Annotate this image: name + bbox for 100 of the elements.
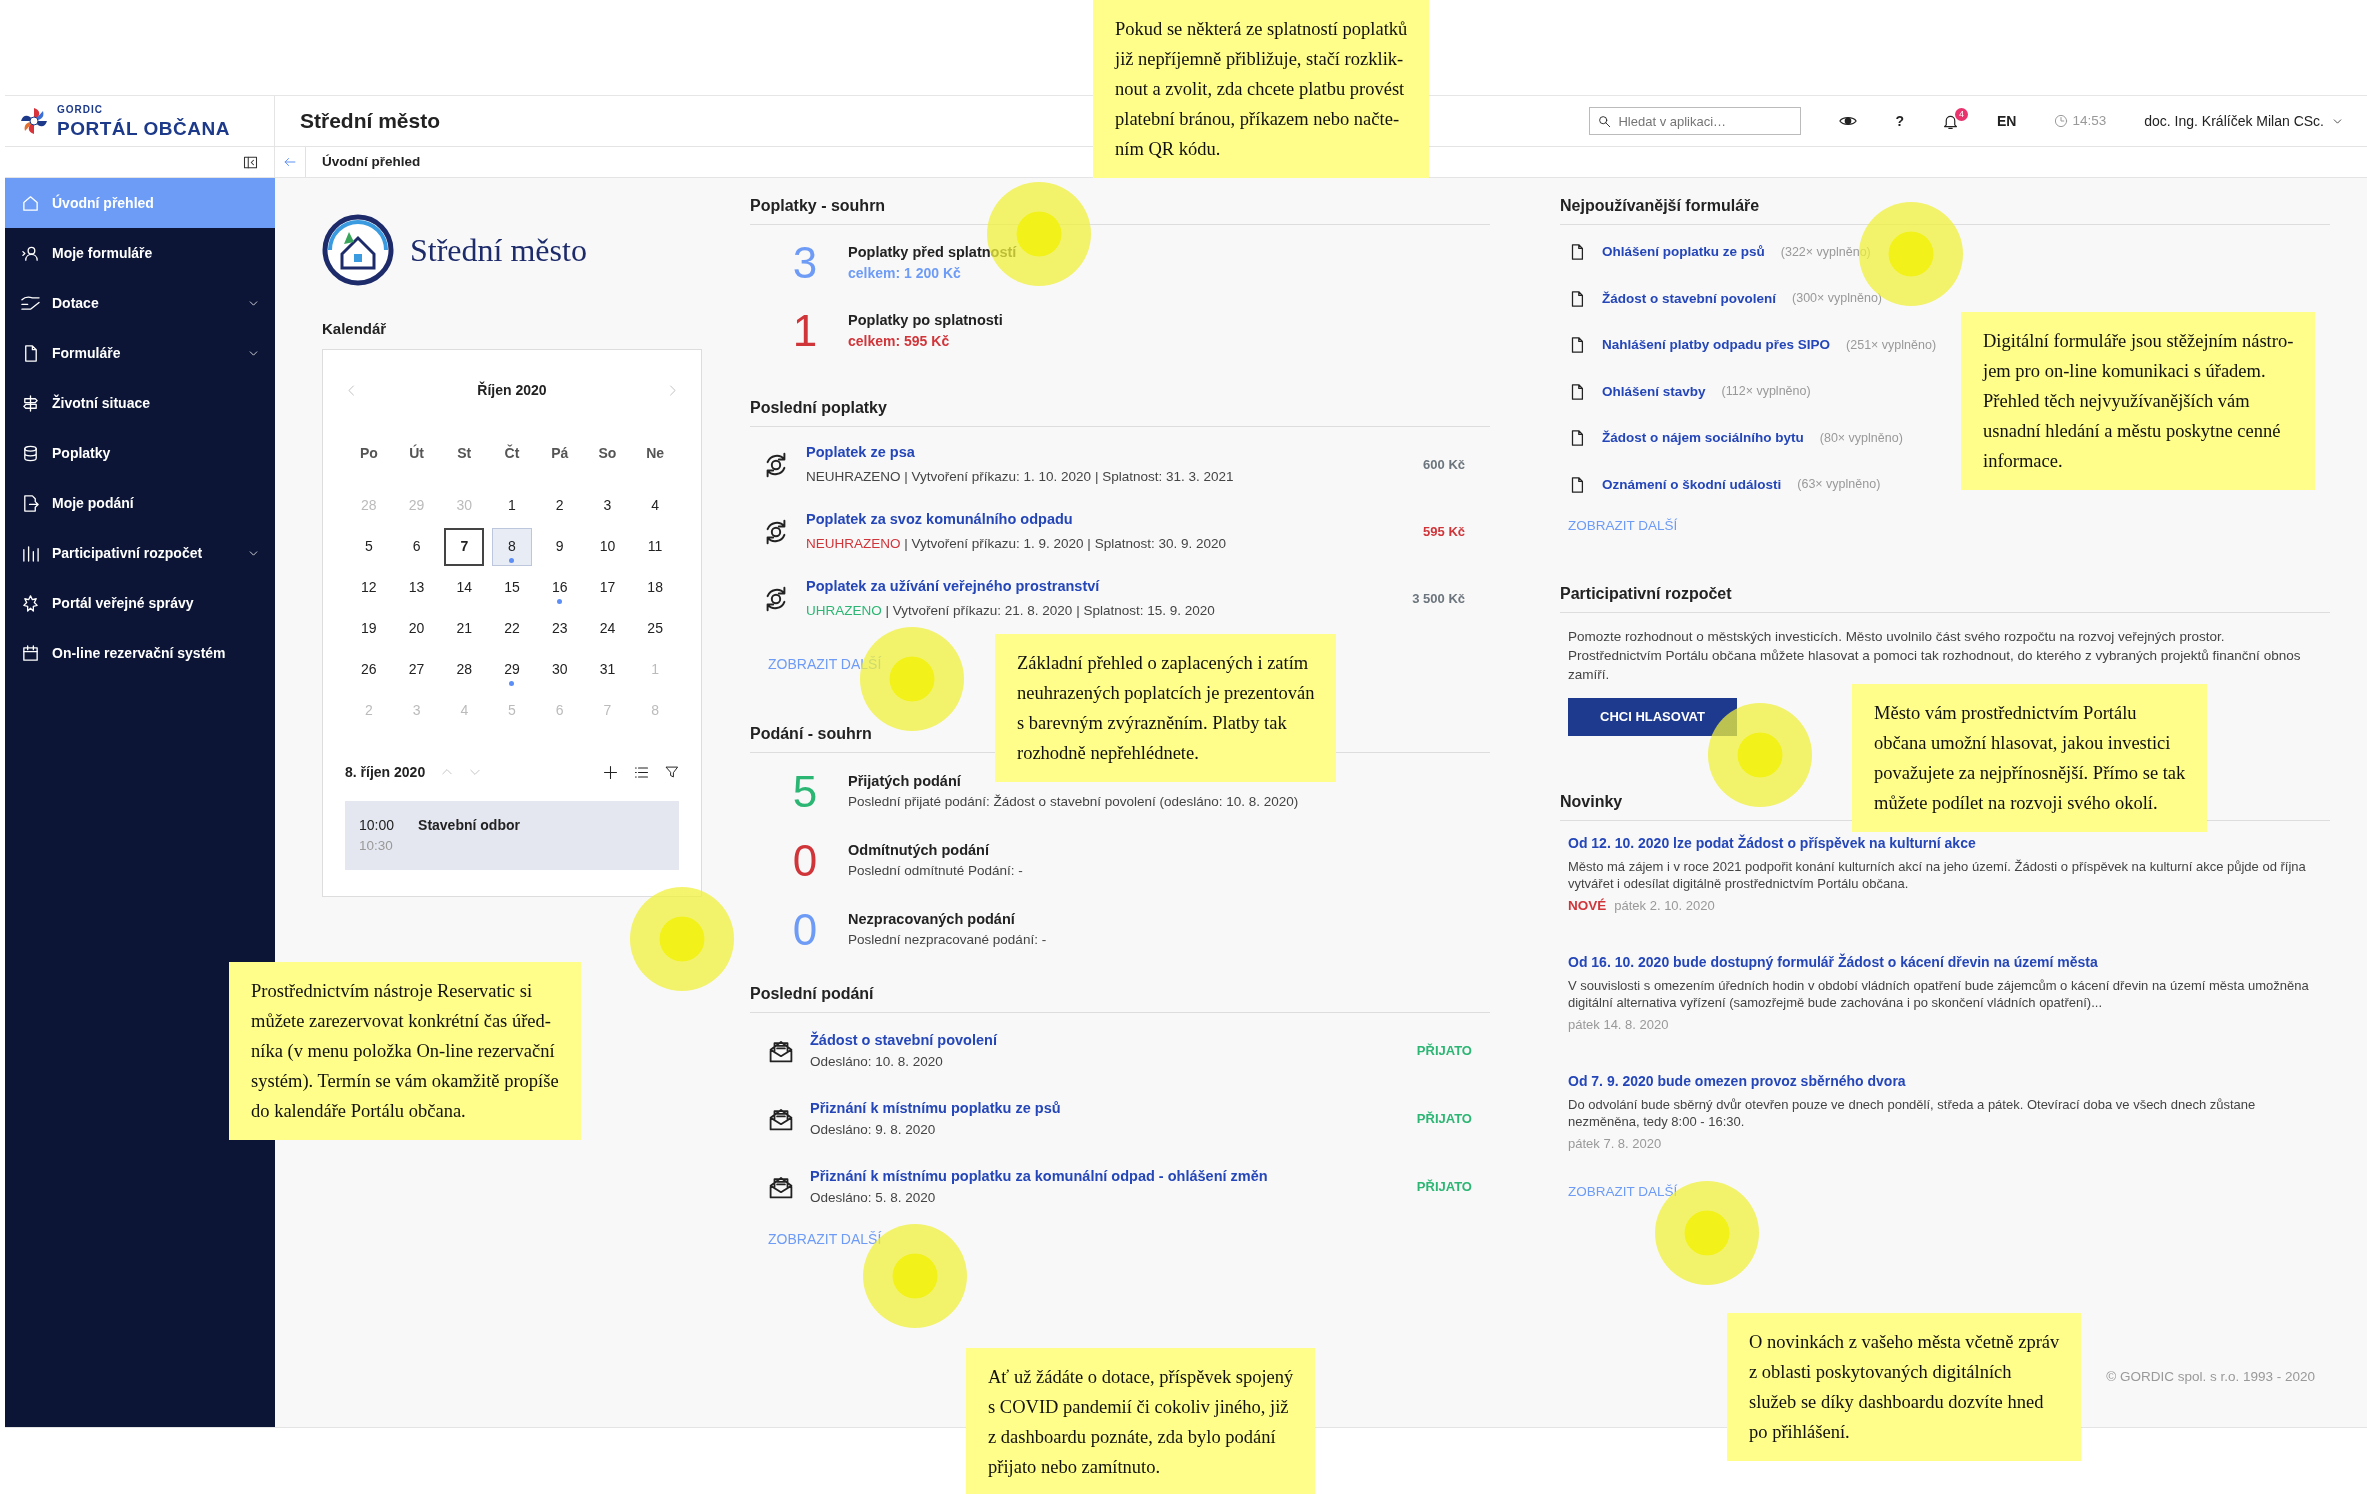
vote-button[interactable]: CHCI HLASOVAT <box>1568 698 1737 736</box>
calendar-day[interactable]: 31 <box>587 650 628 689</box>
form-link[interactable]: Ohlášení stavby <box>1602 381 1706 402</box>
fee-details: NEUHRAZENO | Vytvoření příkazu: 1. 9. 2020 | Splatnost: 30. 9. 2020 <box>806 535 1227 554</box>
submission-link[interactable]: Žádost o stavební povolení <box>810 1030 997 1052</box>
summary-total: celkem: 1 200 Kč <box>848 264 962 284</box>
filter-icon[interactable] <box>665 765 679 779</box>
calendar-day[interactable]: 27 <box>396 650 437 689</box>
calendar-day[interactable]: 8 <box>492 527 532 566</box>
form-link[interactable]: Žádost o stavební povolení <box>1602 288 1777 309</box>
callout-note: Ať už žádáte o dotace, příspěvek spojený s COVID pandemií či cokoliv jiného, již z dashboardu poznáte, zda bylo podání přijato nebo zamítnuto. <box>966 1348 1316 1494</box>
calendar-day[interactable]: 12 <box>348 568 389 607</box>
sidebar-item[interactable]: Životní situace <box>5 378 275 428</box>
fee-link[interactable]: Poplatek ze psa <box>806 441 915 464</box>
selected-date: 8. říjen 2020 <box>345 762 426 782</box>
calendar-day[interactable]: 9 <box>539 527 580 566</box>
news-date: pátek 2. 10. 2020 <box>1614 896 1715 915</box>
form-link[interactable]: Nahlášení platby odpadu přes SIPO <box>1602 335 1831 356</box>
language-button[interactable]: EN <box>1997 110 2017 132</box>
calendar-day[interactable]: 1 <box>492 486 532 525</box>
calendar-day[interactable]: 10 <box>587 527 628 566</box>
sidebar-item[interactable]: Participativní rozpočet <box>5 528 275 578</box>
fee-amount: 600 Kč <box>1423 455 1466 474</box>
calendar-day[interactable]: 14 <box>444 568 485 607</box>
calendar-day[interactable]: 3 <box>587 486 628 525</box>
envelope-icon <box>768 1038 794 1064</box>
news-title[interactable]: Od 12. 10. 2020 lze podat Žádost o příspěvek na kulturní akce <box>1568 832 1976 854</box>
weekday-label: Út <box>408 443 425 463</box>
section-title: Participativní rozpočet <box>1560 576 2330 614</box>
calendar-day[interactable]: 7 <box>444 527 485 566</box>
calendar-day[interactable]: 6 <box>396 527 437 566</box>
summary-detail: Poslední odmítnuté Podání: - <box>848 862 1023 881</box>
submission-link[interactable]: Přiznání k místnímu poplatku ze psů <box>810 1098 1061 1120</box>
fee-amount: 595 Kč <box>1423 522 1466 541</box>
usage-count: (80× vyplněno) <box>1819 429 1903 447</box>
calendar-event[interactable]: 10:00 Stavební odbor 10:30 <box>345 800 679 870</box>
calendar-day[interactable]: 23 <box>539 609 580 648</box>
calendar-day[interactable]: 15 <box>492 568 532 607</box>
clock-icon <box>2054 114 2069 128</box>
session-time: 14:53 <box>2072 111 2107 130</box>
calendar-day[interactable]: 21 <box>444 609 485 648</box>
calendar-day[interactable]: 24 <box>587 609 628 648</box>
fee-link[interactable]: Poplatek za užívání veřejného prostranství <box>806 575 1100 598</box>
envelope-icon <box>768 1106 794 1132</box>
sidebar-item[interactable]: Portál veřejné správy <box>5 578 275 628</box>
submission-link[interactable]: Přiznání k místnímu poplatku za komunální odpad - ohlášení změn <box>810 1166 1268 1188</box>
calendar-day[interactable]: 4 <box>635 486 676 525</box>
news-title[interactable]: Od 7. 9. 2020 bude omezen provoz sběrného dvora <box>1568 1070 1906 1092</box>
calendar-day[interactable]: 22 <box>492 609 532 648</box>
calendar-day[interactable]: 19 <box>348 609 389 648</box>
calendar-day[interactable]: 28 <box>444 650 485 689</box>
calendar-day[interactable]: 11 <box>635 527 676 566</box>
form-link[interactable]: Ohlášení poplatku ze psů <box>1602 242 1765 263</box>
calendar-day[interactable]: 2 <box>539 486 580 525</box>
news-title[interactable]: Od 16. 10. 2020 bude dostupný formulář Žádost o kácení dřevin na území města <box>1568 951 2098 973</box>
calendar-month: Říjen 2020 <box>477 380 547 400</box>
collapse-icon[interactable] <box>243 154 258 170</box>
back-arrow-icon[interactable] <box>283 155 297 169</box>
sidebar-item[interactable]: Moje formuláře <box>5 228 275 278</box>
home-icon <box>21 193 40 213</box>
calendar-day[interactable]: 29 <box>492 650 532 689</box>
calendar-day[interactable]: 20 <box>396 609 437 648</box>
help-button[interactable]: ? <box>1895 110 1904 132</box>
news-text: Město má zájem i v roce 2021 podpořit konání kulturních akcí na jeho území. Žádosti o příspěvek na kulturní akce půjde od října vytvářet i odesílat digitálně prostřednictvím Portálu občana. <box>1568 857 2307 892</box>
sidebar-item[interactable]: Formuláře <box>5 328 275 378</box>
calendar-day[interactable]: 16 <box>539 568 580 607</box>
form-link[interactable]: Žádost o nájem sociálního bytu <box>1602 428 1804 449</box>
news-text: Do odvolání bude sběrný dvůr otevřen pouze ve dnech pondělí, středa a pátek. Otevírací doba ve všech dnech zůstane nezměněna, tedy 8:00 - 16:30. <box>1568 1095 2257 1130</box>
weekday-label: Pá <box>550 443 570 463</box>
search-field[interactable]: Hledat v aplikaci… <box>1589 107 1802 135</box>
weekday-label: Po <box>358 443 379 463</box>
page-title: Střední město <box>299 108 441 135</box>
sidebar-item[interactable]: Dotace <box>5 278 275 328</box>
summary-count: 3 <box>791 241 819 285</box>
form-link[interactable]: Oznámení o škodní události <box>1602 474 1782 495</box>
calendar-day[interactable]: 25 <box>635 609 676 648</box>
calendar-day[interactable]: 30 <box>539 650 580 689</box>
fee-link[interactable]: Poplatek za svoz komunálního odpadu <box>806 508 1073 531</box>
calendar-icon <box>21 643 40 663</box>
sidebar-item[interactable]: Poplatky <box>5 428 275 478</box>
callout-note: O novinkách z vašeho města včetně zpráv z oblasti poskytovaných digitálních služeb se díky dashboardu dozvíte hned po přihlášení. <box>1727 1313 2082 1461</box>
calendar-day[interactable]: 18 <box>635 568 676 607</box>
event-start-time: 10:00 <box>359 815 395 835</box>
calendar-day[interactable]: 5 <box>348 527 389 566</box>
calendar-day[interactable]: 26 <box>348 650 389 689</box>
user-menu[interactable]: doc. Ing. Králíček Milan CSc. <box>2144 110 2324 132</box>
calendar-day[interactable]: 13 <box>396 568 437 607</box>
list-icon[interactable] <box>634 764 649 780</box>
section-title: Kalendář <box>322 319 388 339</box>
sidebar-item[interactable]: On-line rezervační systém <box>5 628 275 678</box>
notification-badge: 4 <box>1955 107 1968 121</box>
city-name: Střední město <box>410 231 587 270</box>
calendar-day[interactable]: 17 <box>587 568 628 607</box>
summary-detail: Poslední přijaté podání: Žádost o stavební povolení (odesláno: 10. 8. 2020) <box>848 793 1299 812</box>
submission-status: PŘIJATO <box>1416 1178 1473 1197</box>
sidebar-item[interactable]: Moje podání <box>5 478 275 528</box>
plus-icon[interactable] <box>603 764 618 780</box>
fee-details: NEUHRAZENO | Vytvoření příkazu: 1. 10. 2020 | Splatnost: 31. 3. 2021 <box>806 468 1235 487</box>
signpost-icon <box>21 393 40 413</box>
section-title: Poslední poplatky <box>750 390 1490 427</box>
